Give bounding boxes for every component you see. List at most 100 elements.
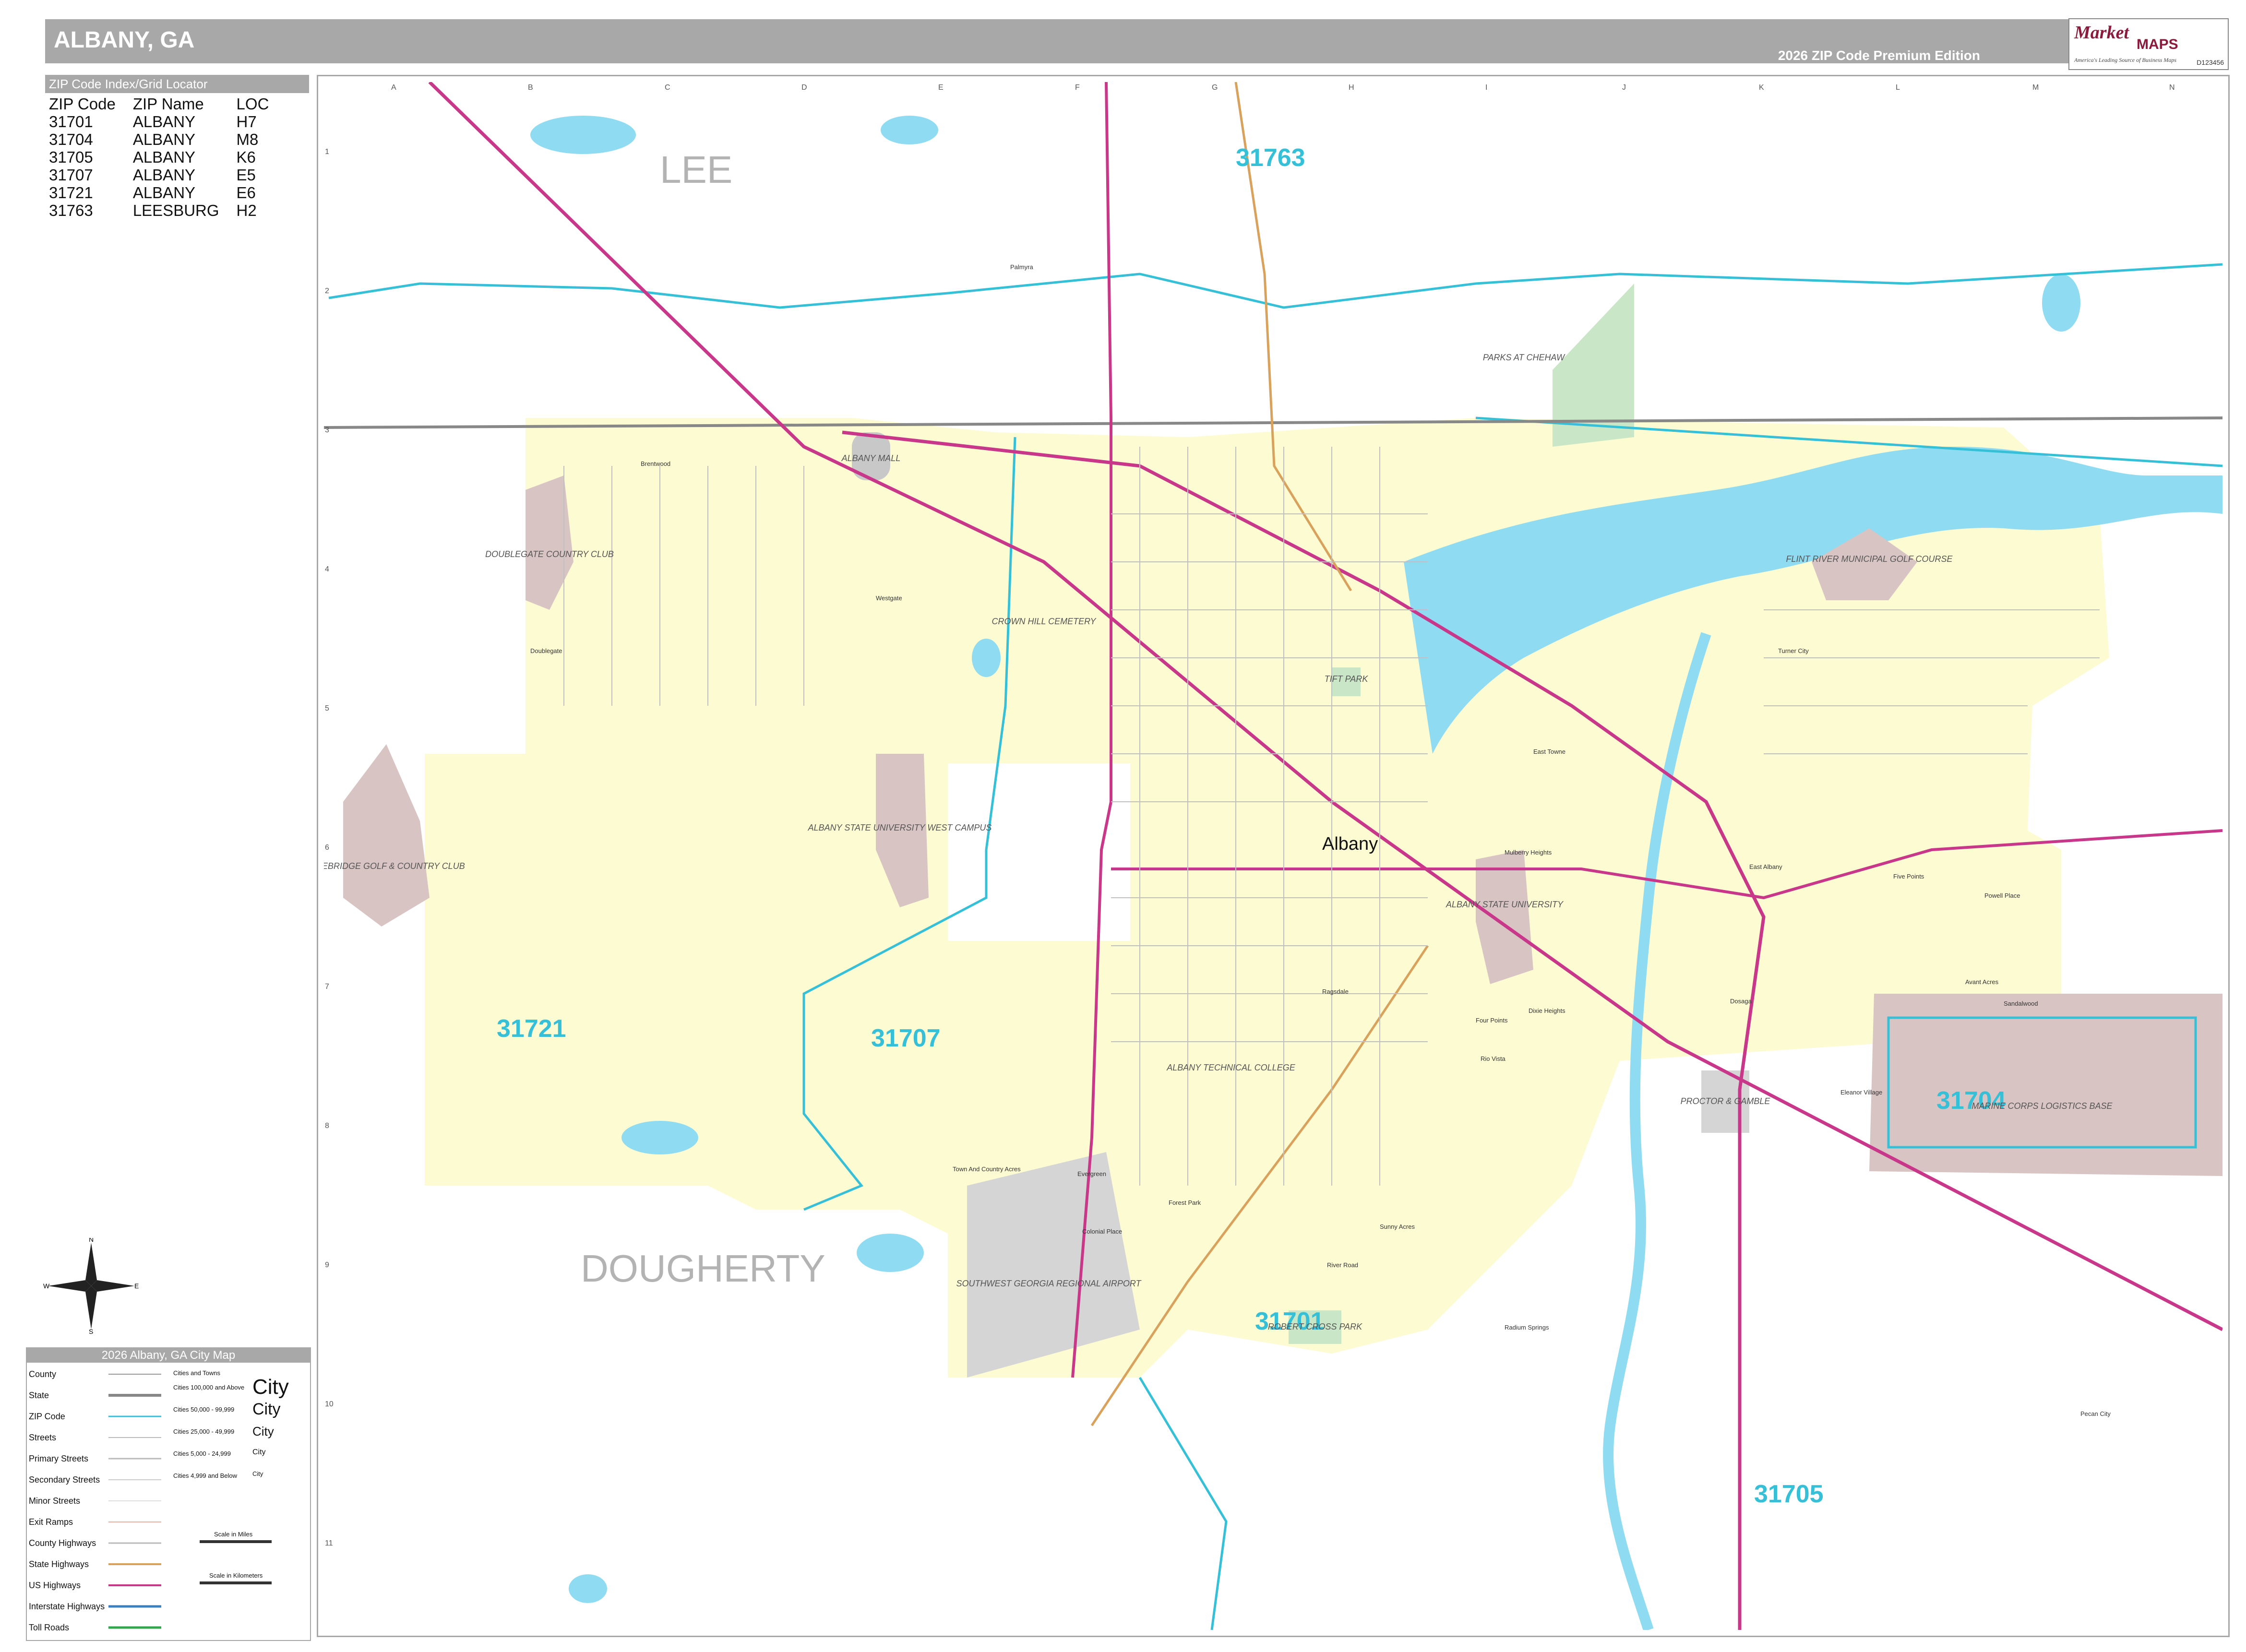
pond-northeast [2042,274,2080,332]
legend-item: Primary Streets [29,1454,89,1463]
zip-cell: 31707 [49,166,93,184]
area-label: PARKS AT CHEHAW [1483,353,1565,362]
loc-cell: M8 [236,131,259,148]
table-row: 31721 ALBANY E6 [49,184,286,202]
place-label: Sandalwood [2004,1000,2038,1007]
loc-col-header: LOC [236,95,269,113]
area-label: TIFT PARK [1325,674,1369,684]
scale-bar-miles [200,1540,272,1543]
grid-row-label: 10 [325,1400,334,1408]
city-sample: City [252,1424,274,1438]
legend-item: State Highways [29,1559,89,1569]
place-label: Forest Park [1169,1199,1201,1206]
zip-boundary-south [1138,1377,1228,1630]
place-label: Avant Acres [1965,978,1999,986]
table-row: 31707 ALBANY E5 [49,166,286,184]
place-label: Dosaga [1730,998,1752,1005]
zip-index-heading: ZIP Code Index/Grid Locator [45,75,309,93]
grid-row-label: 11 [325,1539,333,1547]
stonebridge-area [343,744,430,927]
zip-label: 31705 [1754,1480,1824,1508]
county-label-lee: LEE [660,148,732,191]
zip-name-cell: ALBANY [132,131,196,148]
city-sample: City [252,1375,289,1399]
compass-west-point [48,1280,91,1292]
legend-item: County [29,1369,57,1379]
zip-name-cell: ALBANY [132,113,196,131]
place-label: Turner City [1778,647,1809,654]
title-bar: ALBANY, GA 2026 ZIP Code Premium Edition [45,19,2190,63]
zip-boundary-north [328,263,2222,309]
grid-col-label: B [528,83,533,92]
grid-col-label: N [2169,83,2175,92]
legend-item: Toll Roads [29,1623,70,1632]
grid-row-label: 8 [325,1122,329,1130]
area-label: CROWN HILL CEMETERY [992,617,1097,626]
loc-cell: H7 [236,113,257,131]
city-tier: Cities 100,000 and Above [173,1384,245,1391]
place-label: Radium Springs [1505,1324,1549,1331]
table-row: 31704 ALBANY M8 [49,131,286,148]
grid-col-label: E [938,83,944,92]
pond [972,639,1001,677]
place-label: Powell Place [1984,892,2020,899]
place-label: Westgate [876,594,902,602]
unincorporated-area [948,763,1130,941]
map-legend: 2026 Albany, GA City Map County State ZI… [26,1347,311,1641]
place-label: Doublegate [530,647,562,654]
zip-label: 31721 [497,1015,566,1043]
place-label: East Albany [1749,863,1782,870]
legend-item: State [29,1391,49,1400]
compass-w: W [43,1282,50,1290]
compass-rose-icon: N S W E [43,1238,139,1334]
zip-cell: 31701 [49,113,93,131]
grid-row-label: 6 [325,844,329,852]
area-label: STONEBRIDGE GOLF & COUNTRY CLUB [324,861,465,871]
grid-col-label: M [2032,83,2039,92]
legend-item: Minor Streets [29,1496,81,1506]
grid-row-label: 4 [325,565,329,573]
city-tier: Cities 50,000 - 99,999 [173,1406,235,1413]
legend-item: Secondary Streets [29,1475,100,1485]
zip-name-cell: ALBANY [132,148,196,166]
scale-km-label: Scale in Kilometers [209,1572,263,1579]
legend-item: County Highways [29,1538,96,1548]
grid-row-label: 2 [325,287,329,295]
zip-label: 31763 [1236,144,1305,172]
table-row: 31701 ALBANY H7 [49,113,286,131]
compass-e: E [134,1282,139,1290]
area-label: ALBANY STATE UNIVERSITY WEST CAMPUS [808,823,992,832]
lake-southwest [621,1121,698,1154]
zip-index-panel: ZIP Code Index/Grid Locator ZIP Code ZIP… [45,75,309,228]
grid-col-label: H [1349,83,1354,92]
grid-col-label: C [665,83,670,92]
lake-north-2 [881,116,938,144]
compass-s: S [89,1328,93,1334]
area-label: FLINT RIVER MUNICIPAL GOLF COURSE [1786,554,1953,564]
city-sample: City [252,1448,266,1456]
place-label: Dixie Heights [1529,1007,1565,1014]
area-label: DOUBLEGATE COUNTRY CLUB [485,549,614,559]
grid-col-label: A [391,83,396,92]
table-row: 31763 LEESBURG H2 [49,202,286,219]
place-label: Colonial Place [1082,1228,1122,1235]
area-label: ALBANY STATE UNIVERSITY [1446,900,1564,909]
logo-brand: Market [2074,23,2129,43]
grid-row-label: 9 [325,1261,329,1269]
place-label: Five Points [1893,873,1924,880]
legend-item: Exit Ramps [29,1517,73,1527]
table-row: 31705 ALBANY K6 [49,148,286,166]
name-col-header: ZIP Name [132,95,204,113]
area-label: ALBANY TECHNICAL COLLEGE [1166,1063,1295,1072]
area-label: SOUTHWEST GEORGIA REGIONAL AIRPORT [956,1279,1142,1288]
marine-base-area [1869,994,2222,1176]
area-label: ALBANY MALL [841,453,901,463]
logo-brand-maps: MAPS [2137,36,2178,52]
place-label: Mulberry Heights [1505,849,1552,856]
zip-col-header: ZIP Code [49,95,116,113]
grid-col-label: F [1075,83,1080,92]
compass-north-point [85,1243,97,1286]
grid-row-label: 5 [325,704,329,713]
place-label: River Road [1327,1261,1358,1269]
zip-cell: 31705 [49,148,93,166]
